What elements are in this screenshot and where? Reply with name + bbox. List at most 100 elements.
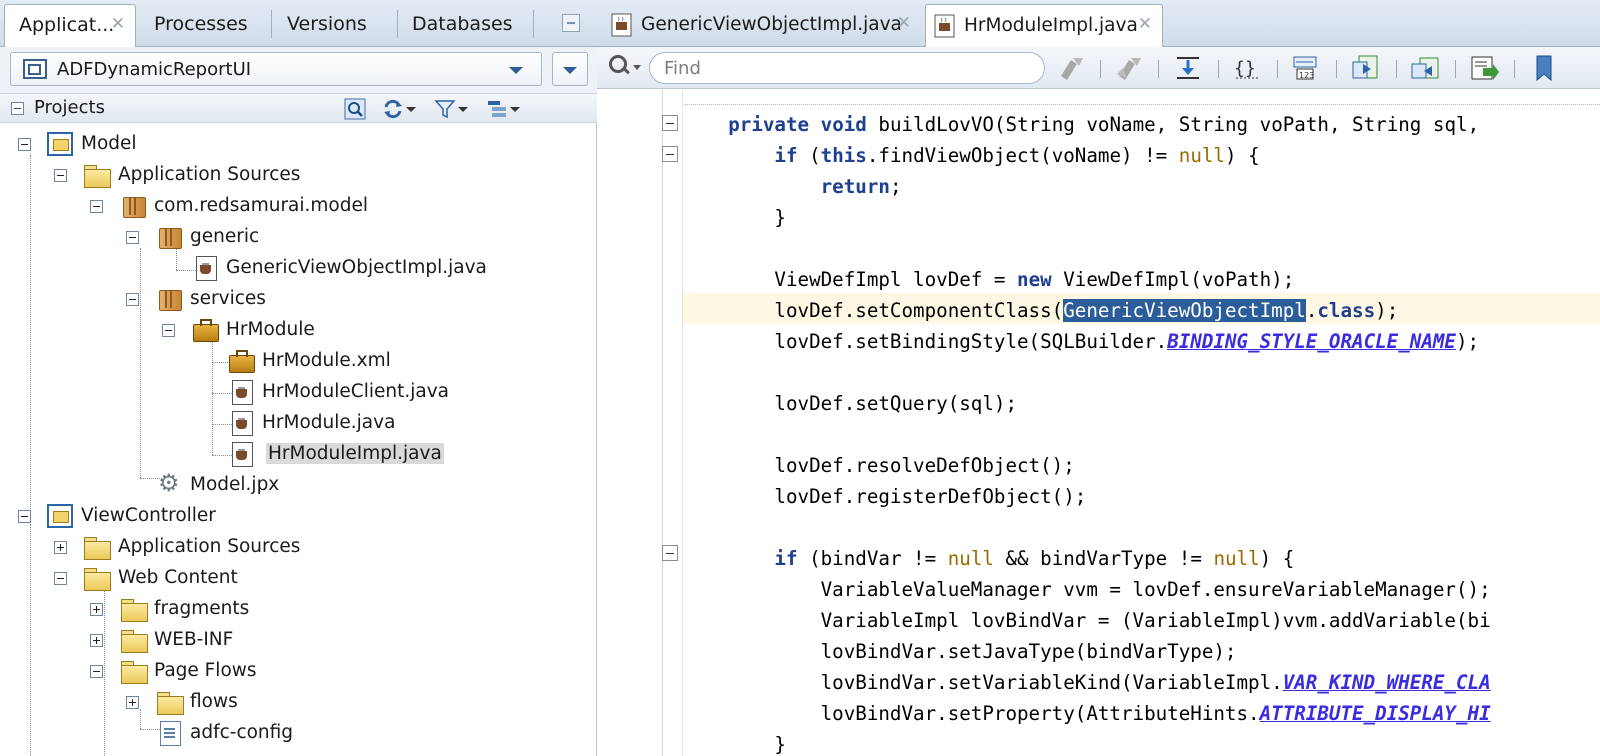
java-file-icon bbox=[229, 380, 255, 405]
toolbar-separator bbox=[1100, 60, 1101, 78]
tab-applications-label: Applicat... bbox=[19, 14, 115, 36]
toolbar-separator bbox=[1396, 60, 1397, 78]
tab-applications[interactable]: Applicat... ✕ bbox=[4, 4, 136, 48]
chevron-down-icon[interactable] bbox=[633, 65, 641, 70]
code-line[interactable]: ​ bbox=[682, 357, 1491, 388]
tab-versions-label: Versions bbox=[287, 13, 367, 35]
find-in-tree-icon[interactable] bbox=[344, 98, 366, 120]
go-to-line-icon[interactable] bbox=[1173, 54, 1203, 82]
close-icon[interactable]: ✕ bbox=[1138, 14, 1152, 34]
indent-icon[interactable] bbox=[1351, 54, 1381, 82]
collapse-icon[interactable] bbox=[126, 293, 139, 306]
code-line[interactable]: private void buildLovVO(String voName, S… bbox=[682, 109, 1491, 140]
collapse-icon[interactable] bbox=[90, 200, 103, 213]
code-line[interactable]: if (bindVar != null && bindVarType != nu… bbox=[682, 543, 1491, 574]
tab-label: GenericViewObjectImpl.java bbox=[641, 14, 902, 35]
code-line[interactable]: VariableImpl lovBindVar = (VariableImpl)… bbox=[682, 605, 1491, 636]
fold-collapse-icon[interactable] bbox=[662, 545, 678, 561]
tree-node-label: Page Flows bbox=[154, 660, 257, 681]
close-icon[interactable]: ✕ bbox=[897, 13, 911, 33]
application-selector[interactable]: ADFDynamicReportUI bbox=[10, 52, 542, 86]
code-line[interactable]: return; bbox=[682, 171, 1491, 202]
editor-tab-strip: GenericViewObjectImpl.java ✕ HrModuleImp… bbox=[597, 0, 1600, 48]
sync-icon[interactable] bbox=[382, 98, 416, 120]
project-tree: Model Application Sources com.redsamurai… bbox=[0, 124, 597, 756]
code-line[interactable]: lovBindVar.setProperty(AttributeHints.AT… bbox=[682, 698, 1491, 729]
search-icon[interactable] bbox=[609, 55, 631, 77]
fold-collapse-icon[interactable] bbox=[662, 146, 678, 162]
filter-icon[interactable] bbox=[434, 98, 468, 120]
tab-separator bbox=[271, 10, 272, 38]
tab-separator bbox=[533, 10, 534, 38]
code-text[interactable]: private void buildLovVO(String voName, S… bbox=[682, 109, 1491, 756]
editor-toolbar: {} 123 bbox=[597, 47, 1600, 89]
export-icon[interactable] bbox=[1469, 54, 1499, 82]
tree-node-label: generic bbox=[190, 226, 260, 247]
tab-processes[interactable]: Processes bbox=[140, 4, 270, 47]
find-previous-icon[interactable] bbox=[1057, 54, 1087, 82]
code-line[interactable]: ​ bbox=[682, 512, 1491, 543]
code-line[interactable]: ​ bbox=[682, 419, 1491, 450]
code-line[interactable]: } bbox=[682, 729, 1491, 756]
java-file-icon bbox=[193, 256, 219, 281]
code-line[interactable]: lovDef.registerDefObject(); bbox=[682, 481, 1491, 512]
code-line[interactable]: lovDef.setQuery(sql); bbox=[682, 388, 1491, 419]
toolbar-separator bbox=[1336, 60, 1337, 78]
unindent-icon[interactable] bbox=[1410, 54, 1440, 82]
tab-genericviewobjectimpl[interactable]: GenericViewObjectImpl.java ✕ bbox=[603, 4, 921, 47]
braces-icon[interactable]: {} bbox=[1232, 54, 1262, 82]
tree-node-label: Web Content bbox=[118, 567, 238, 588]
java-file-icon bbox=[229, 442, 255, 467]
project-icon bbox=[47, 132, 73, 156]
expand-icon[interactable] bbox=[90, 603, 103, 616]
application-module-icon bbox=[192, 318, 219, 342]
toolbar-separator bbox=[1218, 60, 1219, 78]
tree-node-label: Model bbox=[81, 133, 137, 154]
minimize-icon[interactable] bbox=[562, 14, 580, 32]
code-line[interactable]: if (this.findViewObject(voName) != null)… bbox=[682, 140, 1491, 171]
tab-databases[interactable]: Databases bbox=[398, 4, 530, 47]
collapse-icon[interactable] bbox=[54, 169, 67, 182]
code-line[interactable]: lovBindVar.setJavaType(bindVarType); bbox=[682, 636, 1491, 667]
tab-hrmoduleimpl[interactable]: HrModuleImpl.java ✕ bbox=[925, 4, 1163, 48]
collapse-icon[interactable] bbox=[18, 138, 31, 151]
tab-databases-label: Databases bbox=[412, 13, 513, 35]
code-editor[interactable]: private void buildLovVO(String voName, S… bbox=[597, 90, 1600, 756]
collapse-icon[interactable] bbox=[162, 324, 175, 337]
tree-options-icon[interactable] bbox=[486, 98, 520, 120]
find-next-icon[interactable] bbox=[1115, 54, 1145, 82]
code-line[interactable]: lovDef.setComponentClass(GenericViewObje… bbox=[682, 295, 1491, 326]
toolbar-separator bbox=[1158, 60, 1159, 78]
code-line[interactable]: lovBindVar.setVariableKind(VariableImpl.… bbox=[682, 667, 1491, 698]
chevron-down-icon[interactable] bbox=[509, 67, 523, 74]
comment-icon[interactable]: 123 bbox=[1291, 54, 1321, 82]
find-input[interactable] bbox=[649, 52, 1045, 84]
collapse-icon[interactable] bbox=[54, 572, 67, 585]
expand-icon[interactable] bbox=[90, 634, 103, 647]
tab-label: HrModuleImpl.java bbox=[964, 15, 1138, 36]
tab-versions[interactable]: Versions bbox=[273, 4, 395, 47]
code-line[interactable]: VariableValueManager vvm = lovDef.ensure… bbox=[682, 574, 1491, 605]
collapse-icon[interactable] bbox=[126, 231, 139, 244]
collapse-icon[interactable] bbox=[90, 665, 103, 678]
tree-connector bbox=[212, 340, 213, 455]
application-menu-button[interactable] bbox=[552, 52, 588, 86]
close-icon[interactable]: ✕ bbox=[111, 14, 125, 34]
code-line[interactable]: ​ bbox=[682, 233, 1491, 264]
expand-icon[interactable] bbox=[126, 696, 139, 709]
tree-connector bbox=[140, 248, 141, 478]
code-line[interactable]: } bbox=[682, 202, 1491, 233]
folder-icon bbox=[121, 628, 148, 653]
collapse-icon[interactable] bbox=[18, 510, 31, 523]
code-line[interactable]: lovDef.setBindingStyle(SQLBuilder.BINDIN… bbox=[682, 326, 1491, 357]
bookmark-icon[interactable] bbox=[1529, 54, 1559, 82]
application-selector-row: ADFDynamicReportUI bbox=[0, 47, 597, 93]
collapse-icon[interactable] bbox=[11, 102, 24, 115]
expand-icon[interactable] bbox=[54, 541, 67, 554]
fold-collapse-icon[interactable] bbox=[662, 115, 678, 131]
code-line[interactable]: lovDef.resolveDefObject(); bbox=[682, 450, 1491, 481]
code-line[interactable]: ViewDefImpl lovDef = new ViewDefImpl(voP… bbox=[682, 264, 1491, 295]
tree-node-label: GenericViewObjectImpl.java bbox=[226, 257, 487, 278]
tree-node-label: HrModule bbox=[226, 319, 315, 340]
projects-label: Projects bbox=[34, 97, 105, 118]
